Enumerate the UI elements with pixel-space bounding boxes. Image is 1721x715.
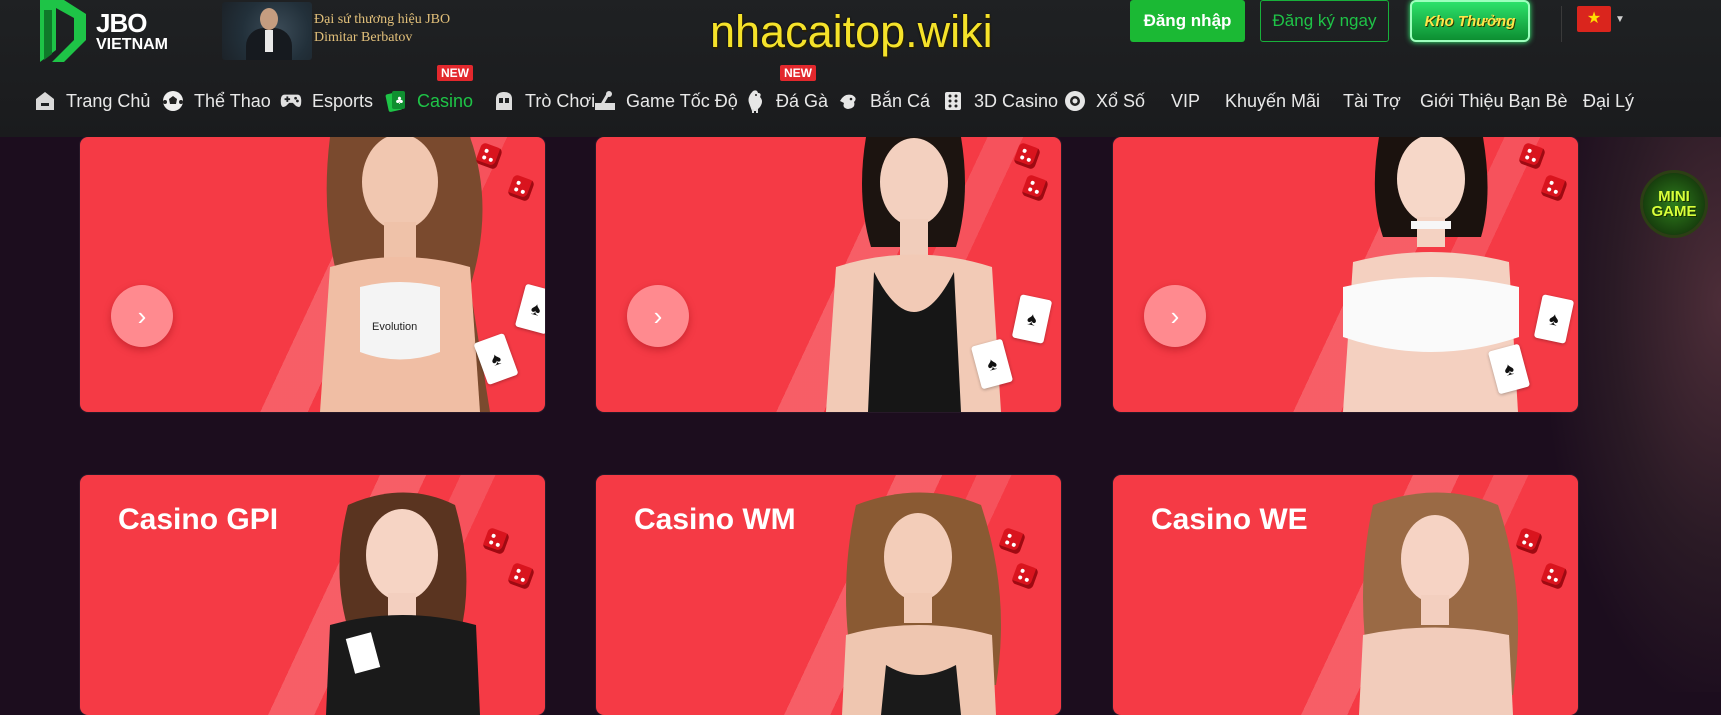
home-icon xyxy=(34,90,56,112)
model-image xyxy=(1359,492,1518,715)
brand-ambassador-banner[interactable]: Đại sứ thương hiệu JBO Dimitar Berbatov xyxy=(222,2,482,60)
ambassador-text: Đại sứ thương hiệu JBO Dimitar Berbatov xyxy=(314,11,450,47)
logo-wordmark: JBO xyxy=(96,8,147,38)
nav-label: Game Tốc Độ xyxy=(626,90,738,111)
nav-item-ban-ca[interactable]: Bắn Cá xyxy=(838,86,930,116)
site-header: JBO VIETNAM Đại sứ thương hiệu JBO Dimit… xyxy=(0,0,1721,137)
nav-item-esports[interactable]: Esports xyxy=(280,86,373,116)
nav-label: Esports xyxy=(312,90,374,111)
model-image xyxy=(842,492,1001,715)
casino-card[interactable]: ♠ ♠ › xyxy=(596,137,1061,412)
nav-item-xo-so[interactable]: Xổ Số xyxy=(1064,86,1145,116)
nav-label: Bắn Cá xyxy=(870,90,931,111)
nav-item-trang-chu[interactable]: Trang Chủ xyxy=(34,86,150,116)
fish-icon xyxy=(838,90,860,112)
casino-card-we[interactable]: Casino WE xyxy=(1113,475,1578,715)
model-image: Evolution xyxy=(320,137,490,412)
reward-button[interactable]: Kho Thưởng xyxy=(1410,0,1530,42)
casino-chip-icon: ♣ xyxy=(385,90,407,112)
card-arrow-button[interactable]: › xyxy=(1144,285,1206,347)
nav-label: Đại Lý xyxy=(1583,90,1635,111)
nav-label: Trang Chủ xyxy=(66,90,151,111)
nav-item-tro-choi[interactable]: Trò Chơi xyxy=(493,86,595,116)
card-title: Casino GPI xyxy=(118,503,279,536)
chevron-down-icon[interactable]: ▼ xyxy=(1615,14,1625,25)
nav-label: Xổ Số xyxy=(1096,90,1146,111)
slot-machine-icon xyxy=(493,90,515,112)
nav-item-casino[interactable]: NEW ♣ Casino xyxy=(385,65,474,116)
watermark-text: nhacaitop.wiki xyxy=(710,6,993,57)
casino-grid: Evolution ♠ ♠ › ♠ ♠ › ♠ ♠ › Casino GPI C… xyxy=(0,137,1721,715)
register-button[interactable]: Đăng ký ngay xyxy=(1260,0,1389,42)
card-arrow-button[interactable]: › xyxy=(627,285,689,347)
model-image xyxy=(326,492,480,715)
nav-label: VIP xyxy=(1171,90,1201,111)
casino-card-gpi[interactable]: Casino GPI xyxy=(80,475,545,715)
nav-item-da-ga[interactable]: NEW Đá Gà xyxy=(744,65,829,116)
mini-game-label-2: GAME xyxy=(1651,203,1697,220)
new-badge: NEW xyxy=(780,65,816,81)
ambassador-name: Dimitar Berbatov xyxy=(314,30,413,45)
rooster-icon xyxy=(744,90,766,113)
nav-label: Đá Gà xyxy=(776,90,829,111)
dice-icon xyxy=(942,90,964,112)
nav-item-vip[interactable]: VIP xyxy=(1171,86,1200,116)
nav-item-khuyen-mai[interactable]: Khuyến Mãi xyxy=(1225,86,1320,116)
card-title: Casino WE xyxy=(1151,503,1308,536)
mini-game-button[interactable]: MINI GAME xyxy=(1643,173,1705,235)
nav-item-3d-casino[interactable]: 3D Casino xyxy=(942,86,1058,116)
nav-item-tai-tro[interactable]: Tài Trợ xyxy=(1343,86,1401,116)
jbo-logo[interactable]: JBO VIETNAM xyxy=(34,0,184,62)
soccer-ball-icon xyxy=(162,90,184,112)
nav-label: 3D Casino xyxy=(974,90,1059,111)
casino-card[interactable]: Evolution ♠ ♠ › xyxy=(80,137,545,412)
card-arrow-button[interactable]: › xyxy=(111,285,173,347)
nav-label: Khuyến Mãi xyxy=(1225,90,1321,111)
new-badge: NEW xyxy=(437,65,473,81)
nav-label: Tài Trợ xyxy=(1343,90,1401,111)
vietnam-flag-icon[interactable]: ★ xyxy=(1577,6,1611,32)
nav-item-the-thao[interactable]: Thể Thao xyxy=(162,86,271,116)
gamepad-icon xyxy=(280,90,302,112)
shirt-logo-text: Evolution xyxy=(372,321,417,333)
casino-card[interactable]: ♠ ♠ › xyxy=(1113,137,1578,412)
ambassador-title: Đại sứ thương hiệu JBO xyxy=(314,12,451,27)
nav-label: Thể Thao xyxy=(194,90,271,111)
nav-item-game-toc-do[interactable]: Game Tốc Độ xyxy=(594,86,738,116)
speed-game-icon xyxy=(594,90,616,112)
jbo-logo-mark-icon xyxy=(40,0,86,62)
svg-text:♣: ♣ xyxy=(395,96,404,107)
casino-card-wm[interactable]: Casino WM xyxy=(596,475,1061,715)
card-title: Casino WM xyxy=(634,503,796,536)
nav-label: Trò Chơi xyxy=(525,90,596,111)
logo-country: VIETNAM xyxy=(96,36,168,53)
lottery-ball-icon xyxy=(1064,90,1086,112)
nav-item-gioi-thieu-ban-be[interactable]: Giới Thiệu Bạn Bè xyxy=(1420,86,1568,116)
nav-label: Giới Thiệu Bạn Bè xyxy=(1420,90,1568,111)
mini-game-label-1: MINI xyxy=(1658,188,1690,205)
header-divider xyxy=(1561,6,1562,42)
nav-item-dai-ly[interactable]: Đại Lý xyxy=(1583,86,1634,116)
nav-label: Casino xyxy=(417,90,474,111)
ambassador-photo xyxy=(222,2,312,60)
login-button[interactable]: Đăng nhập xyxy=(1130,0,1245,42)
